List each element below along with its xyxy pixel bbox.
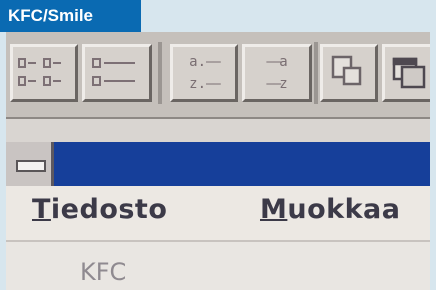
cascade-windows-icon <box>331 55 362 86</box>
caption-label: KFC/Smile <box>0 0 141 32</box>
system-menu-icon <box>16 160 46 172</box>
cascade-windows-button[interactable] <box>320 44 378 102</box>
toolbar-separator <box>158 42 162 104</box>
content-label: KFC <box>80 258 127 286</box>
toolbar: a.—— z.—— ——a ——z <box>6 32 430 117</box>
sort-ascending-button[interactable]: a.—— z.—— <box>170 44 238 102</box>
icon-view-button[interactable] <box>10 44 78 102</box>
menu-item-tiedosto[interactable]: Tiedosto <box>32 194 167 225</box>
window-titlebar[interactable] <box>6 142 430 186</box>
menu-item-muokkaa[interactable]: Muokkaa <box>260 194 401 225</box>
toolbar-separator <box>314 42 318 104</box>
toolbar-bottom-border <box>6 117 430 142</box>
sort-descending-button[interactable]: ——a ——z <box>242 44 312 102</box>
tile-windows-button[interactable] <box>382 44 430 102</box>
list-view-button[interactable] <box>82 44 152 102</box>
icon-view-icon <box>18 58 61 86</box>
tile-windows-icon <box>392 57 426 89</box>
list-view-icon <box>92 58 135 86</box>
sort-descending-icon: ——a ——z <box>266 54 288 92</box>
window-client-area: KFC <box>6 242 430 290</box>
sort-ascending-icon: a.—— z.—— <box>189 54 221 92</box>
screen-photo: a.—— z.—— ——a ——z Tiedosto Muokkaa KFC <box>6 32 430 290</box>
system-menu-button[interactable] <box>6 142 54 186</box>
menu-bar: Tiedosto Muokkaa <box>6 186 430 242</box>
